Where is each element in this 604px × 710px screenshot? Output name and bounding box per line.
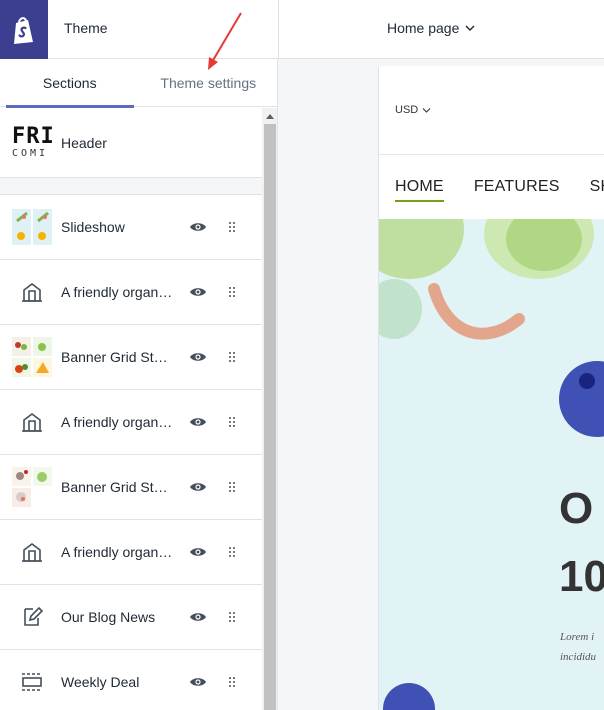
tab-bar: Sections Theme settings <box>0 59 278 108</box>
chevron-down-icon <box>422 107 431 113</box>
eye-icon[interactable] <box>184 473 212 501</box>
section-label: Our Blog News <box>61 609 156 625</box>
rich-text-icon <box>12 532 52 572</box>
tab-theme-settings-label: Theme settings <box>160 75 257 91</box>
app-title: Theme <box>64 20 108 36</box>
header-thumb-logo-subtext: COMI <box>12 147 49 159</box>
nav-shop[interactable]: SH <box>590 178 604 196</box>
eye-icon[interactable] <box>184 603 212 631</box>
section-item[interactable]: A friendly organ… <box>0 390 262 455</box>
store-nav: HOME FEATURES SH <box>395 178 604 202</box>
drag-handle-icon[interactable] <box>224 542 240 562</box>
top-bar: Theme Home page <box>0 0 604 59</box>
section-label: Weekly Deal <box>61 674 140 690</box>
hero-text-line-2: incididu <box>560 651 597 663</box>
drag-handle-icon[interactable] <box>224 347 240 367</box>
tab-theme-settings[interactable]: Theme settings <box>140 59 278 107</box>
eye-icon[interactable] <box>184 668 212 696</box>
rich-text-icon <box>12 402 52 442</box>
sidebar: Sections Theme settings FRI COMI Header <box>0 59 278 710</box>
banner-grid-thumbnail <box>12 467 52 507</box>
shopify-logo-icon[interactable] <box>0 0 48 59</box>
tab-sections-label: Sections <box>42 75 97 91</box>
hero-heading-line-1: O <box>559 484 594 533</box>
eye-icon[interactable] <box>184 538 212 566</box>
banner-grid-thumbnail <box>12 337 52 377</box>
section-separator <box>0 178 262 195</box>
section-item[interactable]: A friendly organ… <box>0 260 262 325</box>
section-label: Header <box>61 134 107 151</box>
scroll-up-arrow-icon[interactable] <box>262 108 277 124</box>
hero-heading-line-2: 10 <box>559 552 604 601</box>
storefront-preview[interactable]: USD HOME FEATURES SH O 10 Lorem i incidi… <box>378 66 604 710</box>
hero-text-line-1: Lorem i <box>560 631 595 643</box>
chevron-down-icon <box>465 25 475 31</box>
nav-features[interactable]: FEATURES <box>474 178 560 196</box>
rich-text-icon <box>12 272 52 312</box>
drag-handle-icon[interactable] <box>224 672 240 692</box>
section-item[interactable]: Our Blog News <box>0 585 262 650</box>
section-label: A friendly organ… <box>61 284 173 300</box>
preview-divider <box>379 154 604 155</box>
blog-edit-icon <box>12 597 52 637</box>
section-item[interactable]: Banner Grid Styl… <box>0 455 262 520</box>
currency-label: USD <box>395 104 419 116</box>
hero-slideshow-image: O 10 Lorem i incididu <box>379 219 604 710</box>
drag-handle-icon[interactable] <box>224 217 240 237</box>
divider <box>278 0 279 59</box>
eye-icon[interactable] <box>184 213 212 241</box>
section-item[interactable]: Banner Grid Styl… <box>0 325 262 390</box>
sidebar-scrollbar[interactable] <box>262 108 277 710</box>
drag-handle-icon[interactable] <box>224 477 240 497</box>
eye-icon[interactable] <box>184 343 212 371</box>
header-thumbnail: FRI COMI <box>12 123 52 163</box>
deal-banner-icon <box>12 662 52 702</box>
page-selector-label: Home page <box>387 20 460 36</box>
drag-handle-icon[interactable] <box>224 282 240 302</box>
section-label: A friendly organ… <box>61 414 173 430</box>
section-label: Slideshow <box>61 219 125 235</box>
section-item[interactable]: Weekly Deal <box>0 650 262 710</box>
nav-home[interactable]: HOME <box>395 178 444 202</box>
section-label: A friendly organ… <box>61 544 173 560</box>
eye-icon[interactable] <box>184 278 212 306</box>
page-selector[interactable]: Home page <box>387 20 475 36</box>
section-item[interactable]: A friendly organ… <box>0 520 262 585</box>
drag-handle-icon[interactable] <box>224 412 240 432</box>
currency-selector[interactable]: USD <box>395 104 431 116</box>
scrollbar-thumb[interactable] <box>264 124 276 710</box>
section-item[interactable]: Slideshow <box>0 195 262 260</box>
section-label: Banner Grid Styl… <box>61 479 174 495</box>
slideshow-thumbnail <box>12 207 52 247</box>
section-header[interactable]: FRI COMI Header <box>0 108 262 178</box>
tab-sections[interactable]: Sections <box>0 59 140 108</box>
section-label: Banner Grid Styl… <box>61 349 174 365</box>
eye-icon[interactable] <box>184 408 212 436</box>
header-thumb-logo-text: FRI <box>12 123 52 149</box>
section-list: FRI COMI Header Slideshow A friendly org… <box>0 108 262 710</box>
drag-handle-icon[interactable] <box>224 607 240 627</box>
